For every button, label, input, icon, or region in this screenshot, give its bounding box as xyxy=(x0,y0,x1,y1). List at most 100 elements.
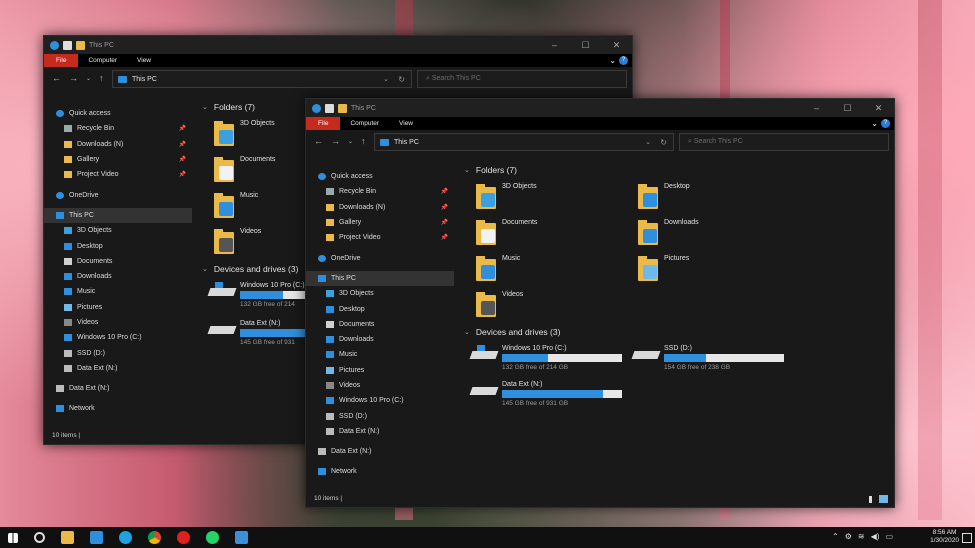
settings-icon[interactable]: ⚙ xyxy=(845,532,852,541)
forward-arrow-icon[interactable]: → xyxy=(69,73,78,83)
edge-icon[interactable] xyxy=(119,531,132,544)
folder-item[interactable]: Pictures xyxy=(636,255,689,283)
file-explorer-icon[interactable] xyxy=(61,531,74,544)
sidebar-item[interactable]: SSD (D:) xyxy=(44,345,192,360)
new-folder-icon[interactable] xyxy=(338,103,347,113)
chrome-icon[interactable] xyxy=(148,531,161,544)
refresh-icon[interactable]: ↻ xyxy=(660,138,667,147)
front-explorer-window[interactable]: This PC – ☐ ✕ File Computer View ⌄ ? ← →… xyxy=(305,98,895,508)
opera-icon[interactable] xyxy=(177,531,190,544)
sidebar-item[interactable]: OneDrive xyxy=(44,187,192,202)
address-dropdown-icon[interactable]: ⌄ xyxy=(645,138,651,146)
sidebar-item[interactable]: Downloads xyxy=(44,269,192,284)
address-bar[interactable]: This PC ⌄ ↻ xyxy=(374,133,674,151)
close-button[interactable]: ✕ xyxy=(863,99,894,117)
sidebar-item[interactable]: Quick access xyxy=(44,106,192,121)
ribbon-expand-icon[interactable]: ⌄ xyxy=(609,54,616,67)
sidebar-item[interactable]: Downloads (N) 📌 xyxy=(44,137,192,152)
folder-item[interactable]: Downloads xyxy=(636,219,699,247)
folder-item[interactable]: Documents xyxy=(474,219,537,247)
folder-music[interactable]: Music xyxy=(212,192,258,220)
notifications-icon[interactable] xyxy=(962,533,972,543)
pin-icon[interactable]: 📌 xyxy=(441,188,448,195)
help-icon[interactable]: ? xyxy=(881,119,890,128)
sidebar-item[interactable]: Data Ext (N:) xyxy=(306,424,454,439)
sidebar-item[interactable]: Project Video 📌 xyxy=(44,167,192,182)
search-input[interactable]: ⌕ Search This PC xyxy=(679,133,889,151)
pin-icon[interactable]: 📌 xyxy=(441,204,448,211)
address-dropdown-icon[interactable]: ⌄ xyxy=(383,75,389,83)
tab-view[interactable]: View xyxy=(389,117,423,130)
sidebar-item[interactable]: Music xyxy=(306,347,454,362)
title-bar[interactable]: This PC – ☐ ✕ xyxy=(44,36,632,54)
volume-icon[interactable]: ◀) xyxy=(871,532,880,541)
start-icon[interactable] xyxy=(8,532,18,543)
sidebar-item[interactable]: Pictures xyxy=(306,363,454,378)
folder-documents[interactable]: Documents xyxy=(212,156,275,184)
sidebar-item[interactable]: Windows 10 Pro (C:) xyxy=(306,393,454,408)
pin-icon[interactable]: 📌 xyxy=(179,156,186,163)
store-icon[interactable] xyxy=(90,531,103,544)
sidebar-item[interactable]: Gallery 📌 xyxy=(306,215,454,230)
sidebar-item[interactable]: Pictures xyxy=(44,300,192,315)
sidebar-item[interactable]: Desktop xyxy=(306,301,454,316)
sidebar-item[interactable]: 3D Objects xyxy=(306,286,454,301)
up-arrow-icon[interactable]: ↑ xyxy=(99,73,104,83)
drive-c[interactable]: Windows 10 Pro (C:) 132 GB free of 214 xyxy=(207,282,310,308)
drive-item[interactable]: Data Ext (N:) 145 GB free of 931 GB xyxy=(469,381,622,407)
tab-file[interactable]: File xyxy=(44,54,79,67)
properties-icon[interactable] xyxy=(63,40,72,50)
help-icon[interactable]: ? xyxy=(619,56,628,65)
sidebar-item[interactable]: Data Ext (N:) xyxy=(306,444,454,459)
sidebar-item[interactable]: Downloads xyxy=(306,332,454,347)
sidebar-item[interactable]: Recycle Bin 📌 xyxy=(306,184,454,199)
back-arrow-icon[interactable]: ← xyxy=(52,73,61,83)
drives-header[interactable]: ⌄ Devices and drives (3) xyxy=(464,327,560,337)
sidebar-item[interactable]: Videos xyxy=(306,378,454,393)
tab-computer[interactable]: Computer xyxy=(78,54,127,67)
sidebar-item[interactable]: Quick access xyxy=(306,169,454,184)
network-icon[interactable]: ≋ xyxy=(858,532,865,541)
sidebar-item[interactable]: Downloads (N) 📌 xyxy=(306,200,454,215)
folders-header[interactable]: ⌄ Folders (7) xyxy=(464,165,517,175)
properties-icon[interactable] xyxy=(325,103,334,113)
drive-item[interactable]: SSD (D:) 154 GB free of 238 GB xyxy=(631,345,784,371)
folder-videos[interactable]: Videos xyxy=(212,228,261,256)
sidebar-item[interactable]: Windows 10 Pro (C:) xyxy=(44,330,192,345)
pin-icon[interactable]: 📌 xyxy=(441,234,448,241)
whatsapp-icon[interactable] xyxy=(206,531,219,544)
sidebar-item[interactable]: Project Video 📌 xyxy=(306,230,454,245)
pin-icon[interactable]: 📌 xyxy=(441,219,448,226)
maximize-button[interactable]: ☐ xyxy=(570,36,601,54)
details-view-icon[interactable] xyxy=(869,496,872,503)
search-input[interactable]: ⌕ Search This PC xyxy=(417,70,627,88)
sidebar-item[interactable]: Videos xyxy=(44,315,192,330)
folder-3d-objects[interactable]: 3D Objects xyxy=(212,120,275,148)
close-button[interactable]: ✕ xyxy=(601,36,632,54)
sidebar-item[interactable]: Data Ext (N:) xyxy=(44,361,192,376)
large-icons-view-icon[interactable] xyxy=(879,495,888,503)
sidebar-item[interactable]: Data Ext (N:) xyxy=(44,381,192,396)
forward-arrow-icon[interactable]: → xyxy=(331,136,340,146)
pin-icon[interactable]: 📌 xyxy=(179,141,186,148)
search-icon[interactable] xyxy=(34,532,45,543)
sidebar-item[interactable]: Documents xyxy=(44,254,192,269)
tab-file[interactable]: File xyxy=(306,117,341,130)
back-arrow-icon[interactable]: ← xyxy=(314,136,323,146)
pin-icon[interactable]: 📌 xyxy=(179,171,186,178)
new-folder-icon[interactable] xyxy=(76,40,85,50)
folder-item[interactable]: Videos xyxy=(474,291,523,319)
sidebar-item[interactable]: Music xyxy=(44,284,192,299)
sidebar-item[interactable]: Gallery 📌 xyxy=(44,152,192,167)
recent-locations-icon[interactable]: ⌄ xyxy=(86,75,91,82)
refresh-icon[interactable]: ↻ xyxy=(398,75,405,84)
minimize-button[interactable]: – xyxy=(801,99,832,117)
tab-computer[interactable]: Computer xyxy=(340,117,389,130)
pin-icon[interactable]: 📌 xyxy=(179,125,186,132)
sidebar-item[interactable]: Desktop xyxy=(44,238,192,253)
recent-locations-icon[interactable]: ⌄ xyxy=(348,138,353,145)
folders-header[interactable]: ⌄ Folders (7) xyxy=(202,102,255,112)
ribbon-expand-icon[interactable]: ⌄ xyxy=(871,117,878,130)
minimize-button[interactable]: – xyxy=(539,36,570,54)
sidebar-item[interactable]: This PC xyxy=(44,207,192,224)
